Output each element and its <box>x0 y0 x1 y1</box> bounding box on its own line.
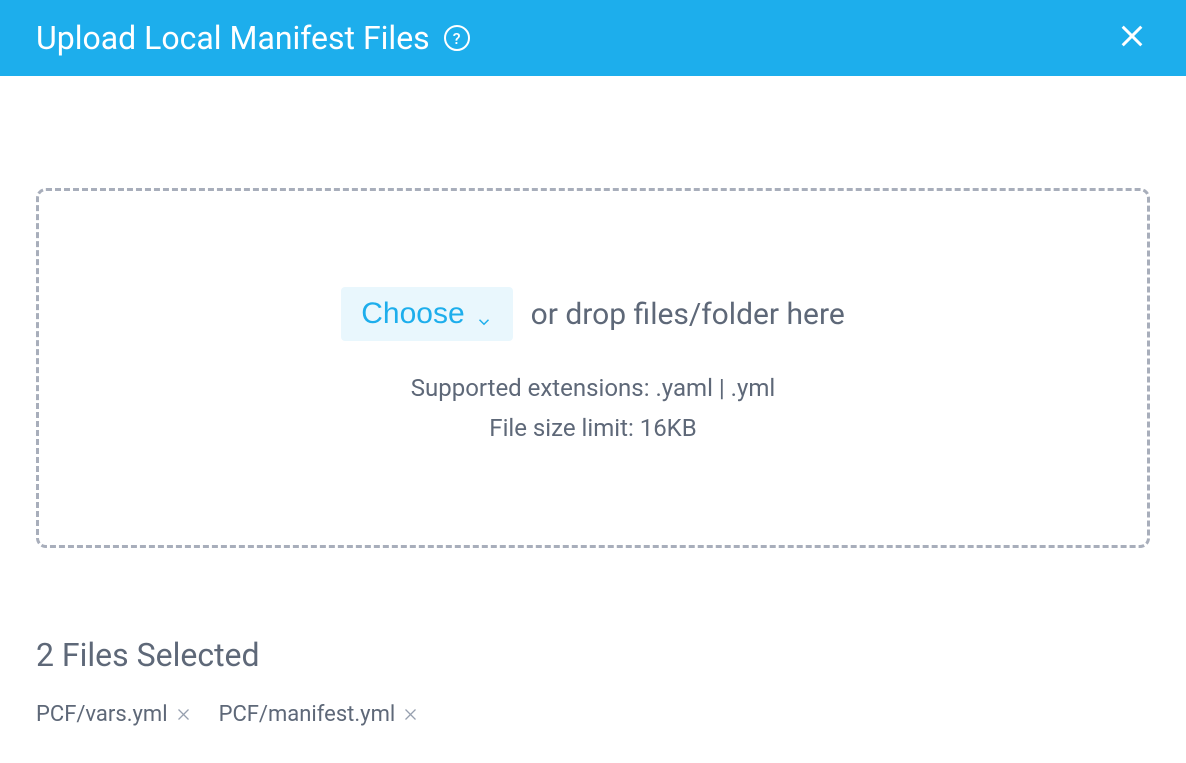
help-icon[interactable]: ? <box>444 25 470 51</box>
close-icon <box>1118 22 1146 50</box>
close-icon <box>403 707 418 722</box>
modal-header: Upload Local Manifest Files ? <box>0 0 1186 76</box>
file-chip-name: PCF/vars.yml <box>36 702 168 727</box>
file-chip-list: PCF/vars.yml PCF/manifest.yml <box>36 702 1150 727</box>
remove-file-button[interactable] <box>176 707 191 722</box>
file-chip-name: PCF/manifest.yml <box>219 702 396 727</box>
choose-button[interactable]: Choose <box>341 287 512 341</box>
file-chip: PCF/vars.yml <box>36 702 191 727</box>
modal-content: Choose or drop files/folder here Support… <box>0 76 1186 763</box>
chevron-down-icon <box>475 305 493 323</box>
file-dropzone[interactable]: Choose or drop files/folder here Support… <box>36 188 1150 548</box>
drop-hint-text: or drop files/folder here <box>531 297 845 332</box>
extensions-hint: Supported extensions: .yaml | .yml <box>411 369 775 409</box>
filesize-hint: File size limit: 16KB <box>489 409 696 449</box>
remove-file-button[interactable] <box>403 707 418 722</box>
selected-files-title: 2 Files Selected <box>36 636 1150 674</box>
choose-button-label: Choose <box>361 297 464 331</box>
close-button[interactable] <box>1114 18 1150 58</box>
close-icon <box>176 707 191 722</box>
modal-title: Upload Local Manifest Files <box>36 19 430 57</box>
dropzone-main-row: Choose or drop files/folder here <box>341 287 845 341</box>
file-chip: PCF/manifest.yml <box>219 702 419 727</box>
header-title-wrap: Upload Local Manifest Files ? <box>36 19 470 57</box>
selected-files-section: 2 Files Selected PCF/vars.yml PCF/manife… <box>36 636 1150 727</box>
